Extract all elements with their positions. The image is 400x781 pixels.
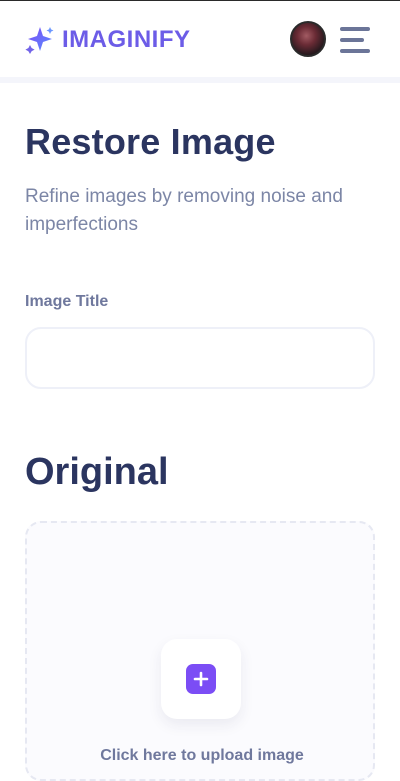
image-title-input[interactable]	[25, 327, 375, 389]
page-subtitle: Refine images by removing noise and impe…	[25, 186, 343, 235]
original-section-title: Original	[25, 451, 169, 493]
upload-button[interactable]	[161, 639, 241, 719]
plus-icon	[186, 664, 216, 694]
app-header: IMAGINIFY	[0, 1, 400, 77]
upload-dropzone[interactable]: Click here to upload image	[25, 521, 375, 781]
hamburger-menu-icon[interactable]	[340, 27, 370, 53]
upload-instruction: Click here to upload image	[100, 747, 304, 764]
page-title: Restore Image	[25, 121, 276, 162]
menu-line-top	[340, 27, 370, 31]
sparkle-stars-icon	[24, 25, 56, 55]
brand-logo[interactable]: IMAGINIFY	[24, 23, 191, 57]
avatar[interactable]	[290, 21, 326, 57]
menu-line-bottom	[340, 49, 370, 53]
menu-line-middle	[340, 38, 364, 42]
brand-name: IMAGINIFY	[62, 26, 191, 53]
image-title-label: Image Title	[25, 293, 109, 310]
header-divider	[0, 77, 400, 83]
